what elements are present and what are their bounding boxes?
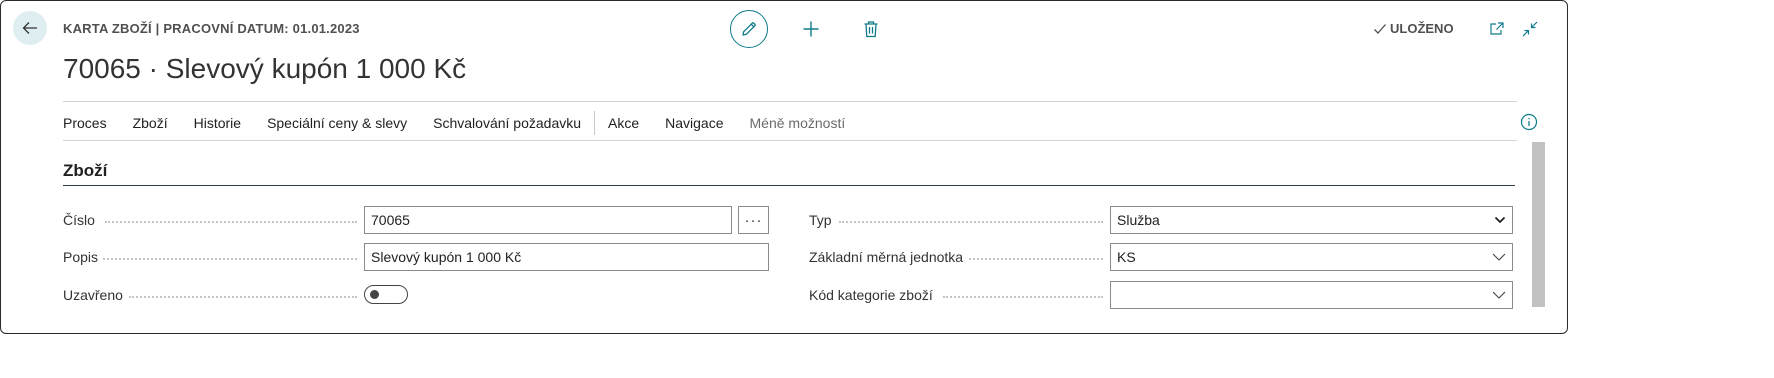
section-title: Zboží bbox=[63, 161, 108, 180]
field-label-zakladni-jednotka: Základní měrná jednotka bbox=[809, 249, 964, 265]
page-caption: KARTA ZBOŽÍ | PRACOVNÍ DATUM: 01.01.2023 bbox=[63, 21, 360, 36]
typ-value: Služba bbox=[1117, 212, 1160, 228]
field-label-typ: Typ bbox=[809, 212, 832, 228]
menu-item-less-options[interactable]: Méně možností bbox=[750, 115, 846, 131]
menu-item-specialni-ceny[interactable]: Speciální ceny & slevy bbox=[267, 115, 407, 131]
item-card-page: KARTA ZBOŽÍ | PRACOVNÍ DATUM: 01.01.2023… bbox=[0, 0, 1568, 334]
menu-item-navigace[interactable]: Navigace bbox=[665, 115, 723, 131]
collapse-icon bbox=[1522, 21, 1538, 37]
label-leader bbox=[839, 221, 1103, 223]
cislo-input[interactable]: 70065 bbox=[364, 206, 732, 234]
add-button[interactable] bbox=[799, 17, 823, 41]
trash-icon bbox=[864, 21, 878, 38]
section-underline bbox=[63, 185, 1515, 186]
scrollbar[interactable] bbox=[1532, 142, 1545, 307]
saved-label: ULOŽENO bbox=[1390, 21, 1454, 36]
label-leader bbox=[969, 258, 1103, 260]
back-button[interactable] bbox=[13, 11, 47, 45]
menu-item-schvalovani[interactable]: Schvalování požadavku bbox=[433, 115, 581, 131]
popis-input[interactable]: Slevový kupón 1 000 Kč bbox=[364, 243, 769, 271]
header-divider bbox=[63, 101, 1517, 102]
plus-icon bbox=[803, 21, 819, 37]
info-button[interactable] bbox=[1519, 112, 1539, 132]
open-in-new-window-icon bbox=[1490, 22, 1504, 35]
field-label-kategorie: Kód kategorie zboží bbox=[809, 287, 933, 303]
menu-divider bbox=[63, 140, 1517, 141]
chevron-down-icon bbox=[1492, 291, 1506, 299]
toggle-knob bbox=[370, 290, 379, 299]
chevron-down-icon bbox=[1492, 253, 1506, 261]
uzavreno-toggle[interactable] bbox=[364, 285, 408, 304]
label-leader bbox=[103, 258, 357, 260]
checkmark-icon bbox=[1374, 23, 1386, 34]
field-label-cislo: Číslo bbox=[63, 212, 95, 228]
label-leader bbox=[129, 296, 357, 298]
pencil-icon bbox=[742, 22, 756, 36]
chevron-down-icon bbox=[1494, 216, 1506, 224]
field-label-uzavreno: Uzavřeno bbox=[63, 287, 123, 303]
typ-select[interactable]: Služba bbox=[1110, 206, 1513, 234]
saved-status: ULOŽENO bbox=[1373, 21, 1454, 36]
label-leader bbox=[943, 296, 1103, 298]
info-icon bbox=[1520, 113, 1538, 131]
menu-item-historie[interactable]: Historie bbox=[194, 115, 241, 131]
open-in-new-window-button[interactable] bbox=[1485, 17, 1509, 41]
kategorie-select[interactable] bbox=[1110, 281, 1513, 309]
label-leader bbox=[105, 221, 357, 223]
zakladni-jednotka-value: KS bbox=[1117, 249, 1136, 265]
action-menu: Proces Zboží Historie Speciální ceny & s… bbox=[63, 111, 846, 135]
cislo-lookup-button[interactable]: ··· bbox=[738, 206, 769, 234]
field-label-popis: Popis bbox=[63, 249, 99, 265]
menu-item-akce[interactable]: Akce bbox=[608, 115, 639, 131]
menu-item-proces[interactable]: Proces bbox=[63, 115, 107, 131]
page-title: 70065 · Slevový kupón 1 000 Kč bbox=[63, 53, 467, 84]
menu-item-zbozi[interactable]: Zboží bbox=[133, 115, 168, 131]
delete-button[interactable] bbox=[859, 17, 883, 41]
menu-separator bbox=[594, 111, 596, 135]
arrow-left-icon bbox=[22, 22, 37, 34]
edit-button[interactable] bbox=[730, 10, 768, 48]
zakladni-jednotka-select[interactable]: KS bbox=[1110, 243, 1513, 271]
collapse-button[interactable] bbox=[1518, 17, 1542, 41]
